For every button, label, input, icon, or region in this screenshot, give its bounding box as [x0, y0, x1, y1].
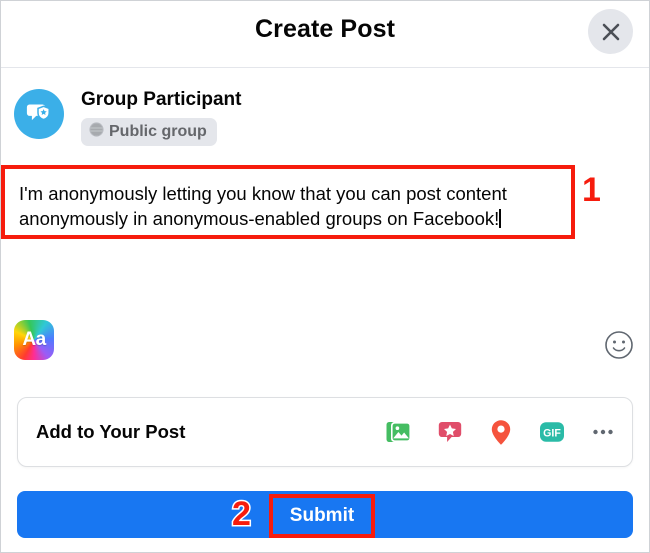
post-text-value: I'm anonymously letting you know that yo…: [19, 183, 513, 229]
audience-label: Public group: [109, 123, 207, 140]
avatar[interactable]: [14, 89, 64, 139]
add-to-post-panel: Add to Your Post GIF: [17, 397, 633, 467]
close-x-icon: [599, 20, 623, 44]
photo-video-icon[interactable]: [384, 417, 414, 447]
text-format-icon[interactable]: Aa: [14, 320, 54, 360]
check-in-location-icon[interactable]: [486, 417, 516, 447]
emoji-smiley-icon[interactable]: [604, 330, 634, 360]
add-to-post-icons: GIF: [384, 417, 618, 447]
anonymous-speech-bubble-shield-icon: [23, 96, 55, 133]
annotation-step-2: 2: [231, 494, 253, 535]
tag-people-icon[interactable]: [435, 417, 465, 447]
globe-icon: [89, 122, 104, 142]
audience-selector[interactable]: Public group: [81, 118, 217, 146]
page-title: Create Post: [254, 15, 396, 43]
format-icon-label: Aa: [22, 329, 46, 350]
more-options-icon[interactable]: [588, 417, 618, 447]
post-text-input[interactable]: I'm anonymously letting you know that yo…: [1, 165, 575, 239]
gif-icon[interactable]: GIF: [537, 417, 567, 447]
close-button[interactable]: [588, 9, 633, 54]
add-to-post-label: Add to Your Post: [36, 421, 186, 442]
svg-text:GIF: GIF: [543, 427, 561, 439]
dialog-header: Create Post: [1, 1, 649, 68]
annotation-step-1: 1: [581, 171, 603, 209]
create-post-dialog: Create Post Group Participant Public gro…: [0, 0, 650, 553]
author-name: Group Participant: [81, 89, 242, 110]
text-caret: [499, 209, 502, 228]
submit-button-label[interactable]: Submit: [269, 494, 375, 538]
